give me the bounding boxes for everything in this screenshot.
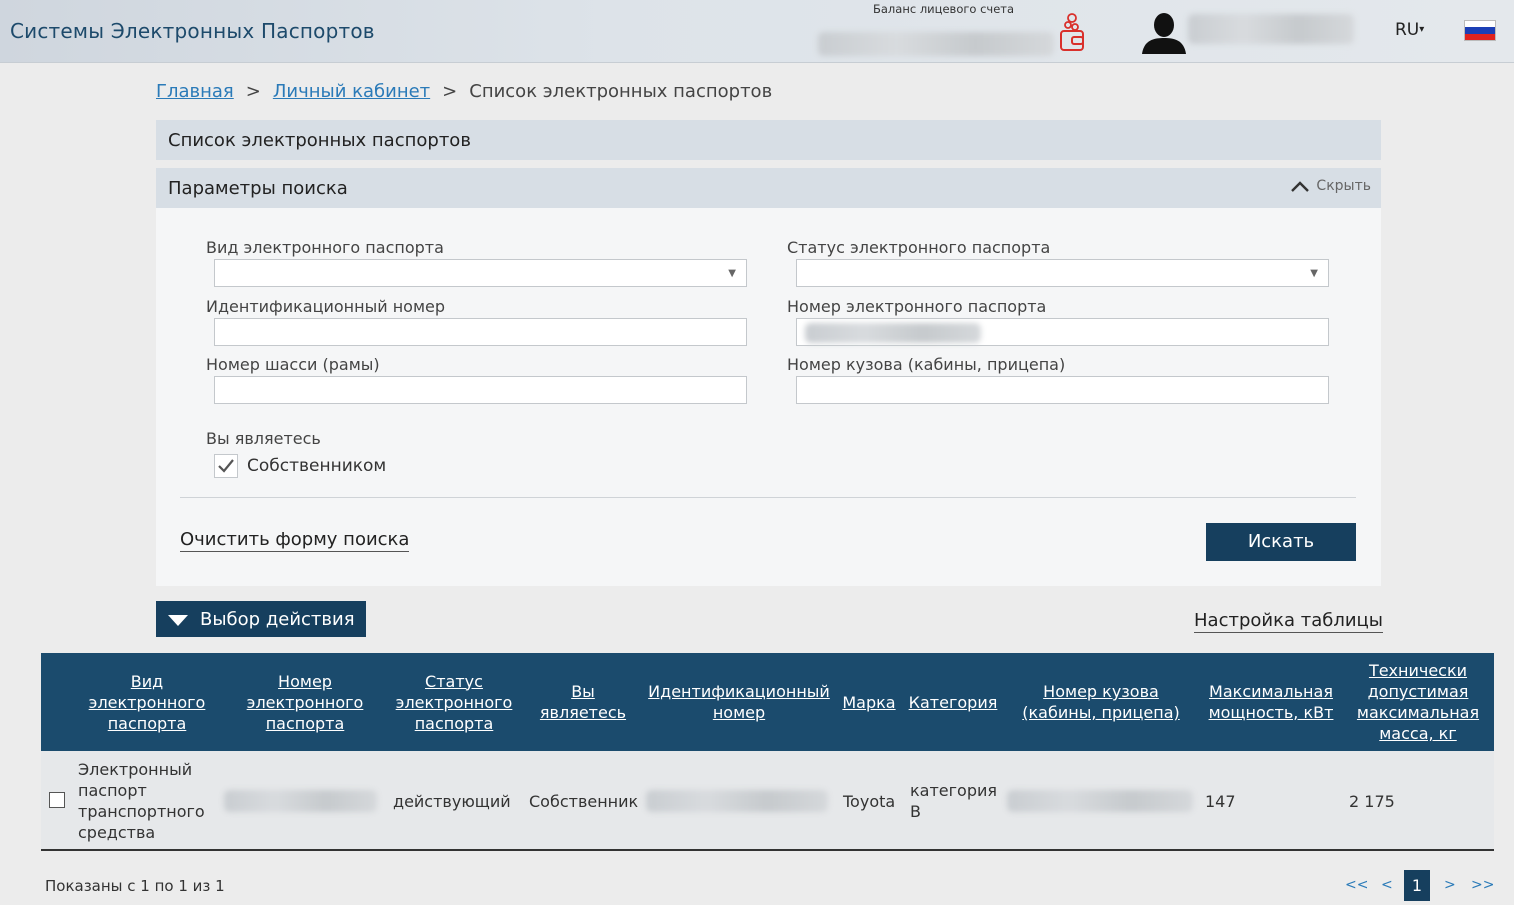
table-settings-link[interactable]: Настройка таблицы	[1194, 610, 1383, 633]
passport-status-label: Статус электронного паспорта	[787, 238, 1051, 257]
table-row[interactable]: Электронный паспорт транспортного средст…	[41, 751, 1494, 851]
triangle-down-icon	[168, 615, 188, 626]
cell-id-number-redacted	[646, 790, 828, 812]
pagination-prev[interactable]: <	[1381, 877, 1393, 893]
owner-checkbox-label[interactable]: Собственником	[247, 456, 386, 476]
col-header-type[interactable]: Вид электронного паспорта	[85, 653, 209, 751]
pagination-next[interactable]: >	[1444, 877, 1456, 893]
user-avatar-icon[interactable]	[1140, 12, 1188, 54]
chassis-number-input[interactable]	[214, 376, 747, 404]
col-header-passport-number[interactable]: Номер электронного паспорта	[241, 653, 369, 751]
passport-type-select[interactable]: ▼	[214, 259, 747, 287]
search-button[interactable]: Искать	[1206, 523, 1356, 561]
cell-max-mass: 2 175	[1349, 792, 1395, 811]
balance-label: Баланс лицевого счета	[873, 2, 1015, 16]
cell-status: действующий	[393, 792, 511, 811]
top-header: Системы Электронных Паспортов Баланс лиц…	[0, 0, 1514, 63]
cell-brand: Toyota	[843, 792, 896, 811]
wallet-icon[interactable]	[1059, 12, 1085, 52]
table-header: Вид электронного паспорта Номер электрон…	[41, 653, 1494, 751]
cell-you-are: Собственник	[529, 792, 639, 811]
cell-body-number-redacted	[1007, 790, 1193, 812]
chevron-up-icon	[1291, 181, 1310, 192]
owner-checkbox[interactable]	[214, 454, 238, 478]
pagination-current-page[interactable]: 1	[1404, 870, 1430, 901]
username-redacted[interactable]	[1188, 14, 1354, 44]
balance-value-redacted	[818, 32, 1054, 56]
col-header-body-number[interactable]: Номер кузова (кабины, прицепа)	[1019, 653, 1183, 751]
body-number-label: Номер кузова (кабины, прицепа)	[787, 355, 1066, 374]
chevron-down-icon: ▼	[728, 268, 736, 279]
cell-category: категория B	[910, 781, 998, 821]
breadcrumb-current: Список электронных паспортов	[469, 81, 773, 102]
row-checkbox[interactable]	[49, 792, 65, 808]
col-header-status[interactable]: Статус электронного паспорта	[391, 653, 517, 751]
passport-status-select[interactable]: ▼	[796, 259, 1329, 287]
col-header-id-number[interactable]: Идентификационный номер	[647, 653, 831, 751]
cell-passport-number-redacted	[224, 790, 377, 812]
col-header-max-power[interactable]: Максимальная мощность, кВт	[1203, 653, 1339, 751]
search-panel-title: Параметры поиска	[168, 178, 348, 199]
col-header-brand[interactable]: Марка	[839, 653, 899, 751]
hide-search-button[interactable]: Скрыть	[1290, 178, 1371, 194]
cell-type: Электронный паспорт транспортного средст…	[78, 760, 205, 842]
passport-number-input[interactable]	[796, 318, 1329, 346]
passport-number-value-redacted	[805, 323, 981, 343]
body-number-input[interactable]	[796, 376, 1329, 404]
page-title: Список электронных паспортов	[168, 130, 471, 151]
chassis-number-label: Номер шасси (рамы)	[206, 355, 380, 374]
pagination-last[interactable]: >>	[1471, 877, 1494, 893]
form-divider	[180, 497, 1356, 498]
you-are-label: Вы являетесь	[206, 429, 321, 448]
col-header-you-are[interactable]: Вы являетесь	[531, 653, 635, 751]
flag-ru-icon[interactable]	[1464, 20, 1496, 41]
breadcrumb-cabinet[interactable]: Личный кабинет	[273, 81, 430, 102]
page-title-bar: Список электронных паспортов	[156, 120, 1381, 160]
language-selector[interactable]: RU▾	[1395, 20, 1424, 40]
passport-type-label: Вид электронного паспорта	[206, 238, 444, 257]
col-header-category[interactable]: Категория	[907, 653, 999, 751]
clear-search-link[interactable]: Очистить форму поиска	[180, 529, 410, 552]
id-number-input[interactable]	[214, 318, 747, 346]
pagination-first[interactable]: <<	[1345, 877, 1368, 893]
search-panel-header: Параметры поиска Скрыть	[156, 168, 1381, 208]
passport-number-label: Номер электронного паспорта	[787, 297, 1047, 316]
checkmark-icon	[218, 459, 234, 473]
breadcrumb-home[interactable]: Главная	[156, 81, 234, 102]
records-shown-text: Показаны с 1 по 1 из 1	[45, 877, 225, 895]
col-header-max-mass[interactable]: Технически допустимая максимальная масса…	[1353, 653, 1483, 751]
id-number-label: Идентификационный номер	[206, 297, 446, 316]
cell-max-power: 147	[1205, 792, 1236, 811]
app-title[interactable]: Системы Электронных Паспортов	[10, 19, 375, 43]
breadcrumb: Главная > Личный кабинет > Список электронны…	[156, 81, 773, 102]
chevron-down-icon: ▼	[1310, 268, 1318, 279]
select-action-button[interactable]: Выбор действия	[156, 601, 366, 637]
